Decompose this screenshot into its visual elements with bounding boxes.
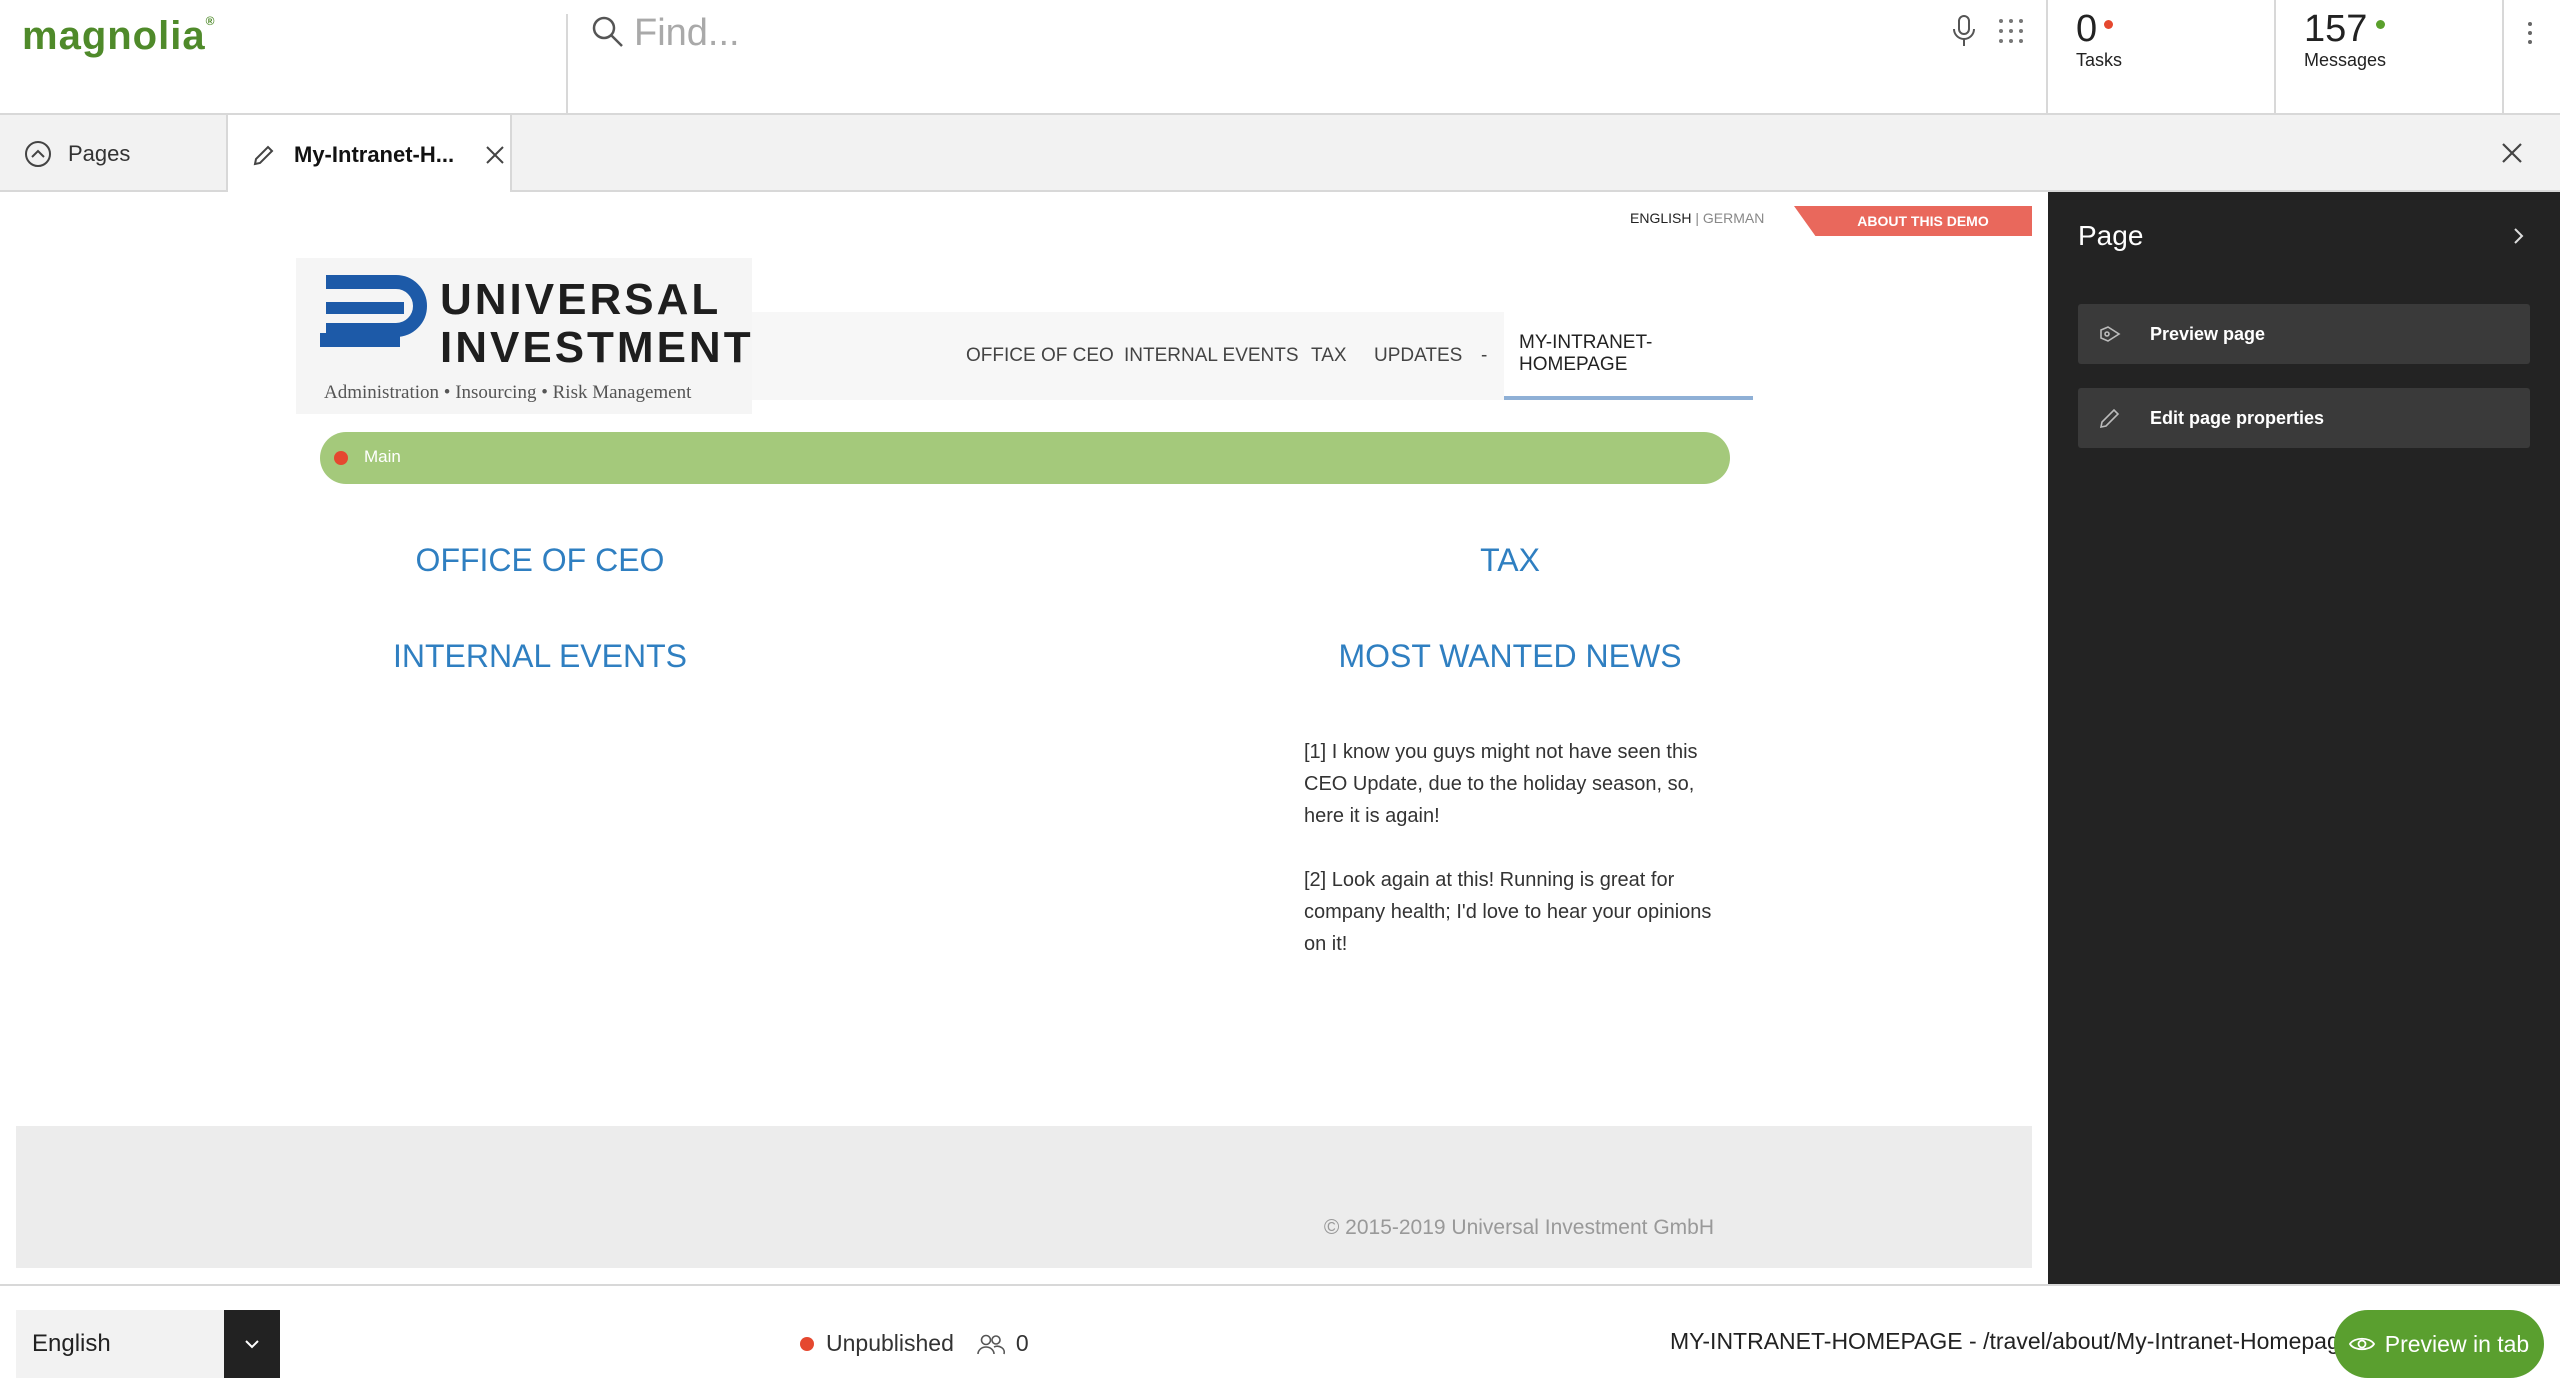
language-select-value: English xyxy=(32,1330,111,1357)
edit-page-properties-label: Edit page properties xyxy=(2150,408,2325,428)
page-canvas: ENGLISH | GERMAN ABOUT THIS DEMO UNIVERS… xyxy=(0,192,2046,1284)
section-internal-events[interactable]: INTERNAL EVENTS xyxy=(240,638,840,675)
bottom-bar: English Unpublished 0 MY-INTRANET-HOMEPA… xyxy=(0,1284,2560,1396)
site-navigation: OFFICE OF CEO INTERNAL EVENTS TAX UPDATE… xyxy=(752,312,1753,400)
main-area-bar[interactable]: Main xyxy=(320,432,1730,484)
publication-status: Unpublished 0 xyxy=(800,1330,1029,1357)
search-area xyxy=(572,0,2048,115)
magnolia-logo[interactable]: magnolia® xyxy=(22,14,568,114)
tab-bar: Pages My-Intranet-H... xyxy=(0,115,2560,194)
news-item[interactable]: [2] Look again at this! Running is great… xyxy=(1304,864,1724,960)
language-select[interactable]: English xyxy=(16,1310,280,1378)
preview-in-tab-button[interactable]: Preview in tab xyxy=(2334,1310,2544,1378)
tab-pages[interactable]: Pages xyxy=(0,115,228,192)
tasks-counter[interactable]: 0 Tasks xyxy=(2048,0,2276,115)
svg-text:Administration • Insourcing •: Administration • Insourcing • Risk Manag… xyxy=(324,382,692,403)
preview-page-button[interactable]: Preview page xyxy=(2078,304,2530,364)
tab-editor-label: My-Intranet-H... xyxy=(294,141,455,167)
edit-page-properties-button[interactable]: Edit page properties xyxy=(2078,388,2530,448)
preview-page-label: Preview page xyxy=(2150,324,2266,344)
about-demo-banner[interactable]: ABOUT THIS DEMO xyxy=(1794,206,2032,236)
tab-page-editor[interactable]: My-Intranet-H... xyxy=(228,115,512,194)
nav-my-intranet-homepage[interactable]: MY-INTRANET-HOMEPAGE xyxy=(1504,312,1753,400)
messages-label: Messages xyxy=(2304,50,2387,70)
close-tab-icon[interactable] xyxy=(484,144,506,166)
main-area-status-dot xyxy=(334,451,348,465)
universal-investment-logo[interactable]: UNIVERSAL INVESTMENT Administration • In… xyxy=(296,258,752,414)
preview-tag-icon xyxy=(2100,326,2121,342)
eye-icon xyxy=(2348,1337,2375,1351)
svg-text:INVESTMENT: INVESTMENT xyxy=(440,323,752,372)
universal-investment-logo-mark: UNIVERSAL INVESTMENT Administration • In… xyxy=(320,275,752,403)
status-label: Unpublished xyxy=(826,1330,954,1356)
language-select-toggle[interactable] xyxy=(224,1310,280,1378)
section-most-wanted-news[interactable]: MOST WANTED NEWS xyxy=(1210,638,1810,675)
preview-in-tab-label: Preview in tab xyxy=(2384,1330,2530,1357)
nav-tax[interactable]: TAX xyxy=(1311,312,1347,400)
language-switcher: ENGLISH | GERMAN xyxy=(1630,210,1764,226)
copyright-text: © 2015-2019 Universal Investment GmbH xyxy=(1323,1216,1714,1239)
nav-office-of-ceo[interactable]: OFFICE OF CEO xyxy=(966,312,1114,400)
search-icon xyxy=(592,16,623,47)
users-count: 0 xyxy=(1015,1330,1029,1356)
tasks-count: 0 xyxy=(2076,8,2098,50)
status-dot xyxy=(800,1336,814,1351)
nav-internal-events[interactable]: INTERNAL EVENTS xyxy=(1124,312,1299,400)
section-tax[interactable]: TAX xyxy=(1210,542,1810,579)
news-list: [1] I know you guys might not have seen … xyxy=(1304,736,1724,992)
top-bar: magnolia® 0 Tasks 157 Messages xyxy=(0,0,2560,115)
nav-dash[interactable]: - xyxy=(1481,312,1487,400)
app-launcher-icon[interactable] xyxy=(1996,16,2026,46)
news-item[interactable]: [1] I know you guys might not have seen … xyxy=(1304,736,1724,832)
nav-updates[interactable]: UPDATES xyxy=(1374,312,1462,400)
messages-status-dot xyxy=(2376,20,2385,29)
search-input[interactable] xyxy=(634,8,1934,58)
more-menu-icon[interactable] xyxy=(2520,18,2540,48)
close-icon[interactable] xyxy=(2498,139,2526,167)
pencil-icon xyxy=(253,145,274,165)
logo-text: magnolia® xyxy=(22,14,216,58)
tab-pages-label: Pages xyxy=(68,140,131,166)
lang-german-link[interactable]: GERMAN xyxy=(1703,210,1764,226)
chevron-right-icon[interactable] xyxy=(2508,224,2528,248)
page-path: MY-INTRANET-HOMEPAGE - /travel/about/My-… xyxy=(1670,1328,2353,1354)
section-office-of-ceo[interactable]: OFFICE OF CEO xyxy=(240,542,840,579)
tasks-label: Tasks xyxy=(2076,50,2123,70)
page-actions-panel: Page Preview page Edit page properties xyxy=(2048,192,2560,1284)
tasks-status-dot xyxy=(2104,20,2113,29)
users-icon xyxy=(977,1334,1005,1354)
microphone-icon[interactable] xyxy=(1950,14,1978,48)
pencil-icon xyxy=(2099,408,2120,429)
messages-counter[interactable]: 157 Messages xyxy=(2276,0,2504,115)
chevron-up-circle-icon xyxy=(25,140,51,167)
lang-english-link[interactable]: ENGLISH xyxy=(1630,210,1691,226)
main-area-label: Main xyxy=(364,447,401,466)
panel-title: Page xyxy=(2078,220,2144,251)
site-footer: © 2015-2019 Universal Investment GmbH xyxy=(16,1126,2032,1268)
lang-separator: | xyxy=(1695,210,1699,226)
messages-count: 157 xyxy=(2304,8,2368,50)
chevron-down-icon xyxy=(245,1340,259,1349)
svg-text:UNIVERSAL: UNIVERSAL xyxy=(440,275,721,324)
